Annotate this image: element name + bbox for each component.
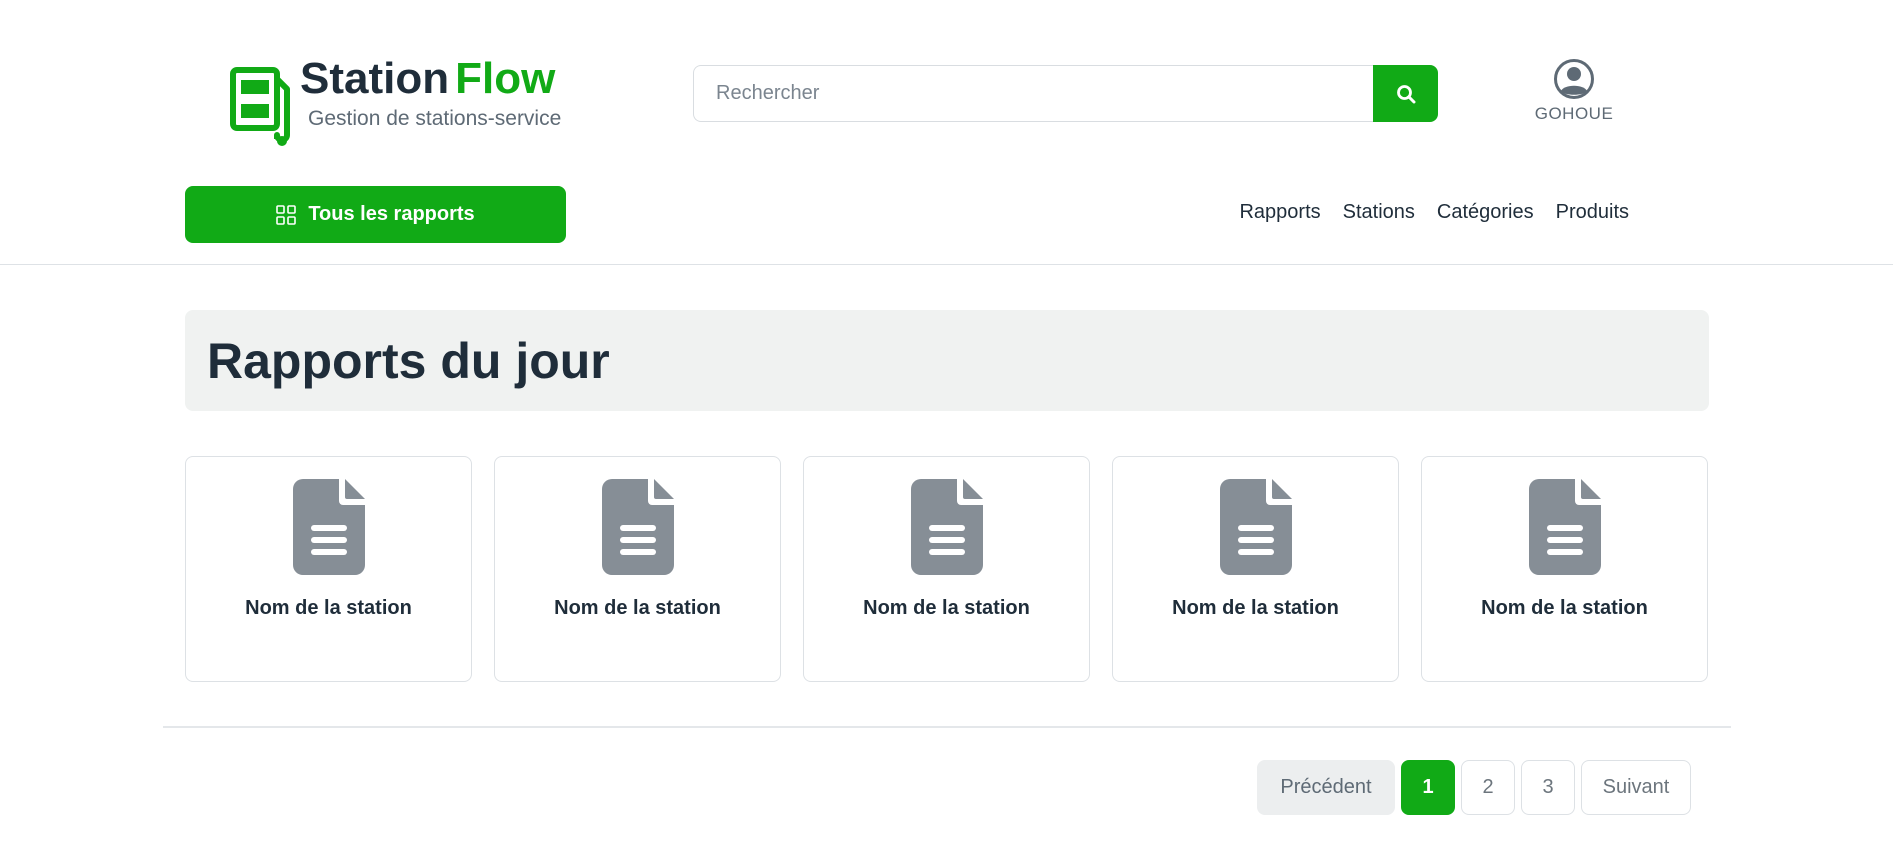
report-card[interactable]: Nom de la station [494, 456, 781, 682]
content-divider [163, 726, 1731, 728]
nav-item-rapports[interactable]: Rapports [1239, 201, 1320, 224]
brand-name-part2: Flow [455, 54, 556, 103]
search-icon [1396, 84, 1415, 103]
document-icon [1219, 479, 1292, 575]
fuel-pump-icon [230, 67, 290, 146]
pagination: Précédent 1 2 3 Suivant [1257, 760, 1691, 815]
user-menu[interactable]: GOHOUE [1530, 58, 1618, 124]
nav-item-stations[interactable]: Stations [1343, 201, 1415, 224]
pagination-page-2[interactable]: 2 [1461, 760, 1515, 815]
grid-icon [276, 204, 297, 225]
card-title: Nom de la station [245, 597, 412, 619]
document-icon [910, 479, 983, 575]
pagination-page-3[interactable]: 3 [1521, 760, 1575, 815]
card-title: Nom de la station [1172, 597, 1339, 619]
search-button[interactable] [1373, 65, 1438, 122]
card-title: Nom de la station [863, 597, 1030, 619]
header-divider [0, 264, 1893, 265]
search-bar [693, 65, 1438, 122]
brand-name-part1: Station [300, 54, 450, 103]
report-card[interactable]: Nom de la station [185, 456, 472, 682]
nav-item-categories[interactable]: Catégories [1437, 201, 1534, 224]
logo[interactable]: Station Flow Gestion de stations-service [230, 55, 561, 149]
card-title: Nom de la station [554, 597, 721, 619]
report-card[interactable]: Nom de la station [1421, 456, 1708, 682]
brand-tagline: Gestion de stations-service [308, 107, 562, 130]
card-title: Nom de la station [1481, 597, 1648, 619]
page-title-banner: Rapports du jour [185, 310, 1709, 411]
pagination-page-1[interactable]: 1 [1401, 760, 1455, 815]
report-cards: Nom de la station Nom de la station Nom … [185, 456, 1708, 682]
all-reports-label: Tous les rapports [308, 203, 475, 225]
brand-name: Station Flow [300, 55, 561, 103]
search-input[interactable] [693, 65, 1373, 122]
pagination-previous-button[interactable]: Précédent [1257, 760, 1395, 815]
page-title: Rapports du jour [207, 332, 610, 389]
document-icon [292, 479, 365, 575]
main-nav: Rapports Stations Catégories Produits [1239, 201, 1629, 224]
pagination-next-button[interactable]: Suivant [1581, 760, 1691, 815]
user-circle-icon [1554, 59, 1594, 99]
all-reports-button[interactable]: Tous les rapports [185, 186, 566, 243]
nav-item-produits[interactable]: Produits [1556, 201, 1629, 224]
report-card[interactable]: Nom de la station [1112, 456, 1399, 682]
document-icon [601, 479, 674, 575]
user-name: GOHOUE [1534, 104, 1614, 123]
report-card[interactable]: Nom de la station [803, 456, 1090, 682]
document-icon [1528, 479, 1601, 575]
